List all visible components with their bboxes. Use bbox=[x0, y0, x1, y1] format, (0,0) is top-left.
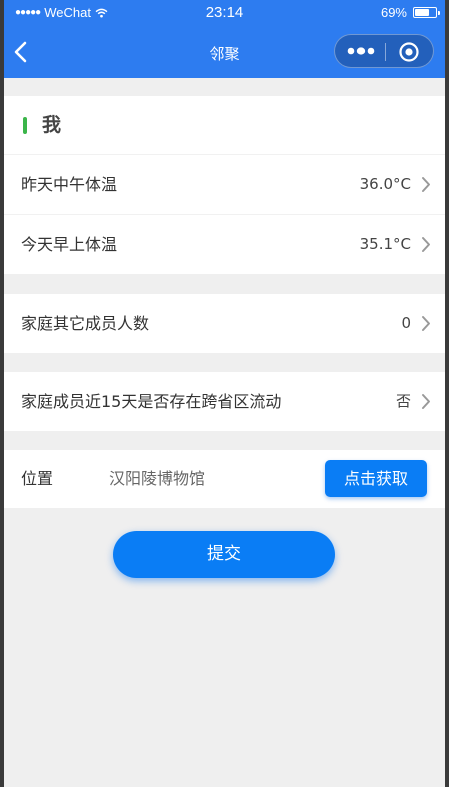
chevron-right-icon bbox=[422, 177, 430, 192]
location-label: 位置 bbox=[21, 469, 54, 488]
me-card: 我 昨天中午体温 36.0°C 今天早上体温 35.1°C bbox=[4, 96, 445, 274]
submit-button[interactable]: 提交 bbox=[113, 531, 335, 578]
battery-icon bbox=[413, 7, 440, 18]
capsule-divider bbox=[385, 43, 386, 61]
row-label: 昨天中午体温 bbox=[21, 175, 118, 194]
temperature-row-today[interactable]: 今天早上体温 35.1°C bbox=[4, 215, 445, 274]
cross-province-row[interactable]: 家庭成员近15天是否存在跨省区流动 否 bbox=[4, 372, 445, 431]
cross-province-card: 家庭成员近15天是否存在跨省区流动 否 bbox=[4, 372, 445, 431]
row-value: 0 bbox=[401, 314, 411, 332]
temperature-row-yesterday[interactable]: 昨天中午体温 36.0°C bbox=[4, 155, 445, 214]
location-value: 汉阳陵博物馆 bbox=[109, 469, 206, 488]
battery-percent: 69% bbox=[380, 5, 407, 20]
app-frame: ●●●●● WeChat 23:14 69% 邻聚 我 昨天中午体温 36.0°… bbox=[4, 0, 445, 787]
status-right: 69% bbox=[380, 5, 440, 20]
chevron-right-icon bbox=[422, 316, 430, 331]
more-icon[interactable] bbox=[347, 45, 375, 57]
home-circle-icon[interactable] bbox=[398, 41, 420, 63]
fetch-location-button[interactable]: 点击获取 bbox=[325, 460, 427, 497]
family-members-card: 家庭其它成员人数 0 bbox=[4, 294, 445, 353]
row-label: 家庭其它成员人数 bbox=[21, 314, 150, 333]
row-value: 否 bbox=[395, 392, 411, 410]
section-header: 我 bbox=[4, 96, 445, 154]
status-time: 23:14 bbox=[205, 4, 244, 21]
row-label: 今天早上体温 bbox=[21, 235, 118, 254]
status-bar: ●●●●● WeChat 23:14 69% bbox=[4, 0, 445, 26]
row-value: 36.0°C bbox=[359, 175, 411, 193]
section-title: 我 bbox=[42, 114, 62, 136]
family-members-row[interactable]: 家庭其它成员人数 0 bbox=[4, 294, 445, 353]
section-accent-bar bbox=[23, 117, 27, 134]
mini-program-capsule bbox=[334, 34, 434, 68]
row-label: 家庭成员近15天是否存在跨省区流动 bbox=[21, 392, 282, 411]
chevron-right-icon bbox=[422, 237, 430, 252]
battery-fill bbox=[415, 9, 429, 16]
row-value: 35.1°C bbox=[359, 235, 411, 253]
chevron-right-icon bbox=[422, 394, 430, 409]
location-card: 位置 汉阳陵博物馆 点击获取 bbox=[4, 450, 445, 508]
nav-bar: 邻聚 bbox=[4, 26, 445, 78]
